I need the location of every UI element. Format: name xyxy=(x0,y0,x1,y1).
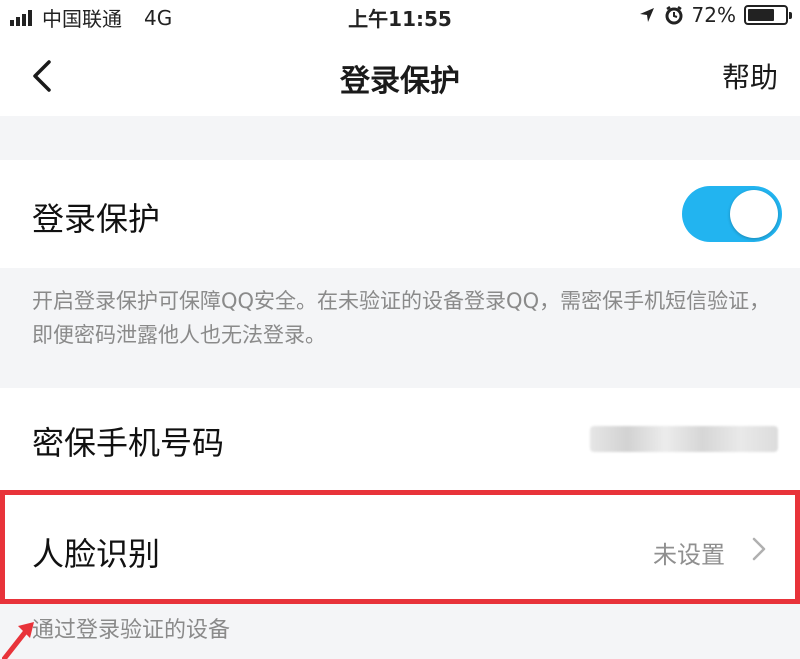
security-phone-label: 密保手机号码 xyxy=(32,424,225,462)
chevron-right-icon xyxy=(752,537,766,561)
verified-devices-label: 通过登录验证的设备 xyxy=(32,618,231,643)
login-protection-description: 开启登录保护可保障QQ安全。在未验证的设备登录QQ，需密保手机短信验证，即便密码… xyxy=(32,289,771,347)
red-arrow-annotation-icon xyxy=(2,622,34,659)
security-phone-row[interactable]: 密保手机号码 xyxy=(0,388,800,490)
alarm-icon xyxy=(665,5,683,25)
page-title: 登录保护 xyxy=(340,64,460,99)
navigation-bar: 登录保护 帮助 xyxy=(0,36,800,116)
toggle-knob xyxy=(730,190,778,238)
battery-icon xyxy=(744,5,792,25)
help-button[interactable]: 帮助 xyxy=(722,56,778,96)
blurred-phone-number xyxy=(590,426,778,452)
status-right: 72% xyxy=(638,3,792,27)
face-recognition-label: 人脸识别 xyxy=(32,535,161,573)
status-bar: 中国联通 4G 上午11:55 72% xyxy=(0,0,800,36)
location-icon xyxy=(639,8,654,22)
battery-percent: 72% xyxy=(691,3,736,27)
face-recognition-status: 未设置 xyxy=(653,541,725,569)
login-protection-row: 登录保护 xyxy=(0,160,800,268)
login-protection-label: 登录保护 xyxy=(32,200,161,238)
face-recognition-row[interactable]: 人脸识别 未设置 xyxy=(0,490,800,604)
login-protection-toggle[interactable] xyxy=(682,186,782,242)
